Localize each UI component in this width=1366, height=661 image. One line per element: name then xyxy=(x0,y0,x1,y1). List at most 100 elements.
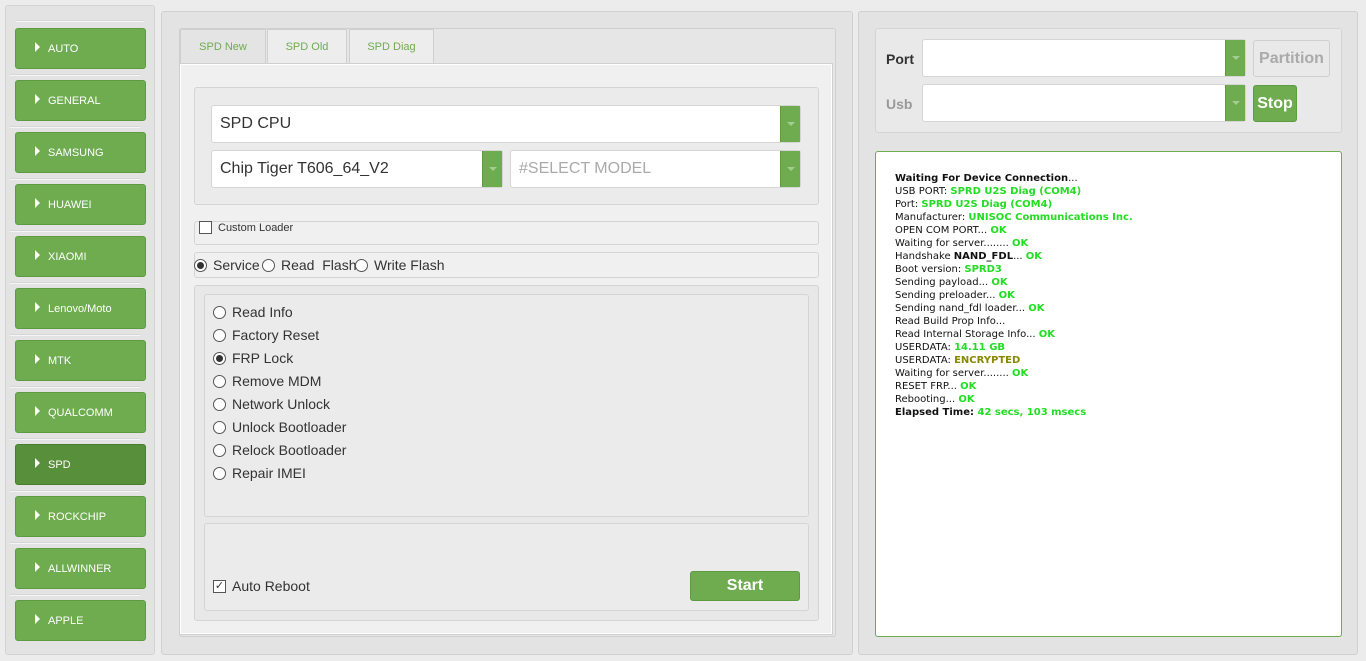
radio-icon[interactable] xyxy=(213,420,226,434)
operation-label: Remove MDM xyxy=(232,373,322,389)
model-select[interactable]: #SELECT MODEL xyxy=(510,150,801,188)
radio-icon[interactable] xyxy=(213,374,226,388)
port-select[interactable] xyxy=(922,39,1246,77)
mode-service-radio[interactable]: Service xyxy=(194,257,260,273)
operation-relock-bootloader-radio[interactable]: Relock Bootloader xyxy=(213,442,346,458)
radio-icon[interactable] xyxy=(355,258,368,272)
sidebar-item-label: GENERAL xyxy=(48,94,101,107)
log-line: USERDATA: ENCRYPTED xyxy=(895,354,1341,367)
tab-spd-new[interactable]: SPD New xyxy=(180,29,266,64)
sidebar-item-rockchip[interactable]: ROCKCHIP xyxy=(15,496,146,537)
check-icon[interactable]: ✓ xyxy=(213,579,226,593)
radio-icon[interactable] xyxy=(213,443,226,457)
log-line: Sending payload... OK xyxy=(895,276,1341,289)
sidebar-divider xyxy=(16,20,144,22)
sidebar-separator xyxy=(10,438,140,440)
sidebar-item-general[interactable]: GENERAL xyxy=(15,80,146,121)
checkbox-icon[interactable] xyxy=(199,221,212,234)
log-segment: USERDATA: xyxy=(895,342,955,353)
sidebar-separator xyxy=(10,282,140,284)
operation-network-unlock-radio[interactable]: Network Unlock xyxy=(213,396,330,412)
operation-unlock-bootloader-radio[interactable]: Unlock Bootloader xyxy=(213,419,346,435)
radio-icon[interactable] xyxy=(213,466,226,480)
custom-loader-checkbox[interactable]: Custom Loader xyxy=(199,221,293,234)
log-line: USERDATA: 14.11 GB xyxy=(895,341,1341,354)
log-segment: OK xyxy=(990,225,1007,236)
log-segment: OPEN COM PORT... xyxy=(895,225,991,236)
caret-right-icon xyxy=(35,94,40,104)
log-segment: UNISOC Communications Inc. xyxy=(968,212,1133,223)
log-segment: Sending payload... xyxy=(895,277,992,288)
sidebar-item-qualcomm[interactable]: QUALCOMM xyxy=(15,392,146,433)
chevron-down-icon[interactable] xyxy=(780,106,800,142)
chevron-down-icon[interactable] xyxy=(780,151,800,187)
log-segment: OK xyxy=(1012,368,1029,379)
port-label: Port xyxy=(886,51,914,67)
sidebar-separator xyxy=(10,542,140,544)
radio-icon[interactable] xyxy=(213,305,226,319)
log-line: Waiting For Device Connection... xyxy=(895,172,1341,185)
log-segment: Waiting for server........ xyxy=(895,238,1012,249)
operation-label: Relock Bootloader xyxy=(232,442,347,458)
operation-read-info-radio[interactable]: Read Info xyxy=(213,304,293,320)
operation-label: FRP Lock xyxy=(232,350,294,366)
caret-right-icon xyxy=(35,406,40,416)
sidebar-item-huawei[interactable]: HUAWEI xyxy=(15,184,146,225)
operation-remove-mdm-radio[interactable]: Remove MDM xyxy=(213,373,321,389)
sidebar-item-samsung[interactable]: SAMSUNG xyxy=(15,132,146,173)
radio-icon[interactable] xyxy=(262,258,275,272)
operation-label: Read Info xyxy=(232,304,293,320)
sidebar-item-label: APPLE xyxy=(48,614,84,627)
caret-right-icon xyxy=(35,458,40,468)
log-segment: Waiting For Device Connection xyxy=(895,173,1069,184)
auto-reboot-label: Auto Reboot xyxy=(232,578,310,594)
log-segment: Port: xyxy=(895,199,922,210)
chevron-down-icon[interactable] xyxy=(1225,40,1245,76)
radio-icon[interactable] xyxy=(213,328,226,342)
log-line: Handshake NAND_FDL... OK xyxy=(895,250,1341,263)
mode-read-flash-radio[interactable]: Read Flash xyxy=(262,257,356,273)
operation-frp-lock-radio[interactable]: FRP Lock xyxy=(213,350,293,366)
stop-button[interactable]: Stop xyxy=(1253,85,1297,122)
tab-spd-diag[interactable]: SPD Diag xyxy=(349,29,434,64)
mode-write-flash-radio[interactable]: Write Flash xyxy=(355,257,445,273)
caret-right-icon xyxy=(35,354,40,364)
log-line: Rebooting... OK xyxy=(895,393,1341,406)
log-line: Elapsed Time: 42 secs, 103 msecs xyxy=(895,406,1341,419)
sidebar-item-lenovo-moto[interactable]: Lenovo/Moto xyxy=(15,288,146,329)
radio-selected-icon[interactable] xyxy=(213,351,226,365)
sidebar-item-xiaomi[interactable]: XIAOMI xyxy=(15,236,146,277)
usb-select[interactable] xyxy=(922,84,1246,122)
cpu-select[interactable]: SPD CPU xyxy=(211,105,801,143)
caret-right-icon xyxy=(35,302,40,312)
log-segment: ... xyxy=(1013,251,1026,262)
log-segment: 14.11 GB xyxy=(954,342,1006,353)
sidebar-item-allwinner[interactable]: ALLWINNER xyxy=(15,548,146,589)
sidebar-item-auto[interactable]: AUTO xyxy=(15,28,146,69)
tab-spd-old[interactable]: SPD Old xyxy=(267,29,347,64)
sidebar-item-mtk[interactable]: MTK xyxy=(15,340,146,381)
usb-label: Usb xyxy=(886,96,913,112)
log-segment: OK xyxy=(960,381,977,392)
chevron-down-icon[interactable] xyxy=(1225,85,1245,121)
sidebar-item-label: HUAWEI xyxy=(48,198,92,211)
operation-factory-reset-radio[interactable]: Factory Reset xyxy=(213,327,319,343)
sidebar-item-apple[interactable]: APPLE xyxy=(15,600,146,641)
log-segment: SPRD3 xyxy=(964,264,1002,275)
partition-button[interactable]: Partition xyxy=(1253,40,1330,77)
log-line: Sending nand_fdl loader... OK xyxy=(895,302,1341,315)
sidebar-item-spd[interactable]: SPD xyxy=(15,444,146,485)
chip-select[interactable]: Chip Tiger T606_64_V2 xyxy=(211,150,503,188)
auto-reboot-checkbox[interactable]: ✓ Auto Reboot xyxy=(213,578,310,594)
radio-icon[interactable] xyxy=(213,397,226,411)
operation-repair-imei-radio[interactable]: Repair IMEI xyxy=(213,465,306,481)
caret-right-icon xyxy=(35,614,40,624)
chevron-down-icon[interactable] xyxy=(482,151,502,187)
sidebar-item-label: SPD xyxy=(48,458,71,471)
mode-read-flash-label: Read Flash xyxy=(281,257,357,273)
log-line: Boot version: SPRD3 xyxy=(895,263,1341,276)
radio-selected-icon[interactable] xyxy=(194,258,207,272)
operation-label: Repair IMEI xyxy=(232,465,306,481)
operation-label: Network Unlock xyxy=(232,396,331,412)
start-button[interactable]: Start xyxy=(690,571,800,601)
